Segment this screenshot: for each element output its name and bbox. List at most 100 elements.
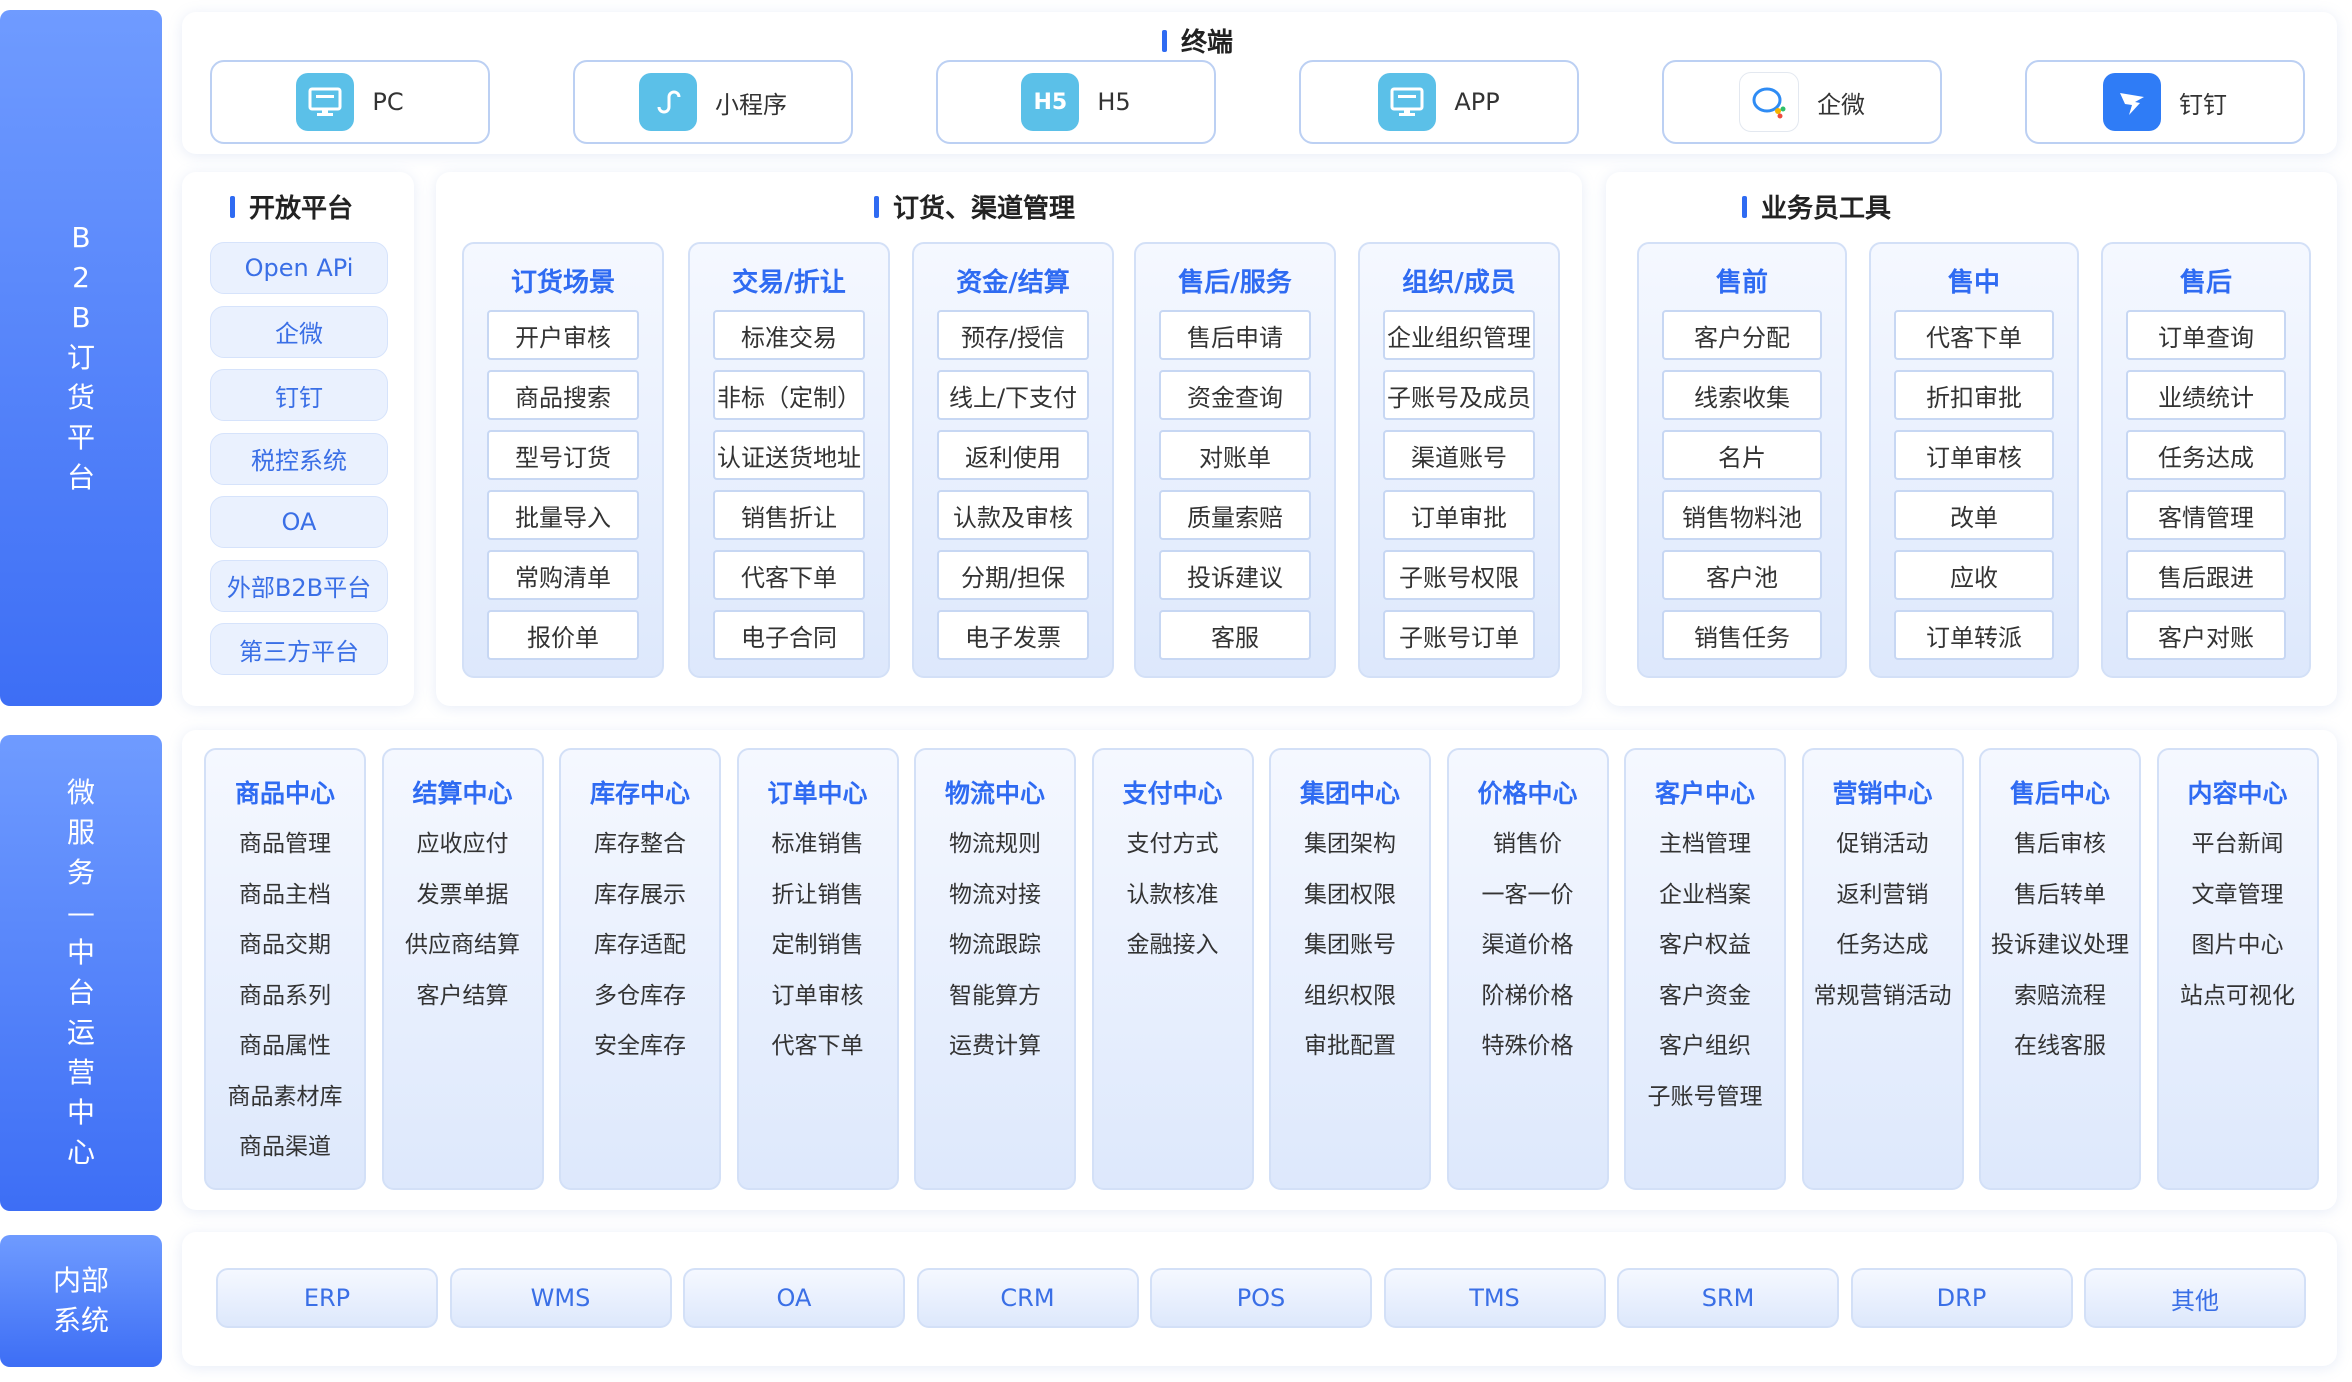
- card-item[interactable]: 质量索赔: [1159, 490, 1311, 540]
- internal-system-item[interactable]: CRM: [916, 1268, 1139, 1328]
- internal-system-item[interactable]: POS: [1150, 1268, 1372, 1328]
- card-item[interactable]: 客户池: [1662, 550, 1822, 600]
- internal-system-item[interactable]: OA: [683, 1268, 905, 1328]
- card-item[interactable]: 业绩统计: [2126, 370, 2286, 420]
- micro-service-item[interactable]: 标准销售: [739, 824, 897, 858]
- internal-system-item[interactable]: SRM: [1617, 1268, 1839, 1328]
- card-item[interactable]: 销售物料池: [1662, 490, 1822, 540]
- card-item[interactable]: 认款及审核: [937, 490, 1089, 540]
- micro-service-item[interactable]: 应收应付: [384, 824, 542, 858]
- internal-system-item[interactable]: 其他: [2084, 1268, 2306, 1328]
- micro-service-item[interactable]: 发票单据: [384, 875, 542, 909]
- card-item[interactable]: 客情管理: [2126, 490, 2286, 540]
- card-item[interactable]: 客户对账: [2126, 610, 2286, 660]
- card-item[interactable]: 资金查询: [1159, 370, 1311, 420]
- micro-service-item[interactable]: 支付方式: [1094, 824, 1252, 858]
- card-item[interactable]: 应收: [1894, 550, 2054, 600]
- micro-service-item[interactable]: 一客一价: [1449, 875, 1607, 909]
- micro-service-item[interactable]: 物流规则: [916, 824, 1074, 858]
- card-item[interactable]: 订单查询: [2126, 310, 2286, 360]
- internal-system-item[interactable]: WMS: [449, 1268, 672, 1328]
- card-item[interactable]: 子账号订单: [1383, 610, 1535, 660]
- micro-service-item[interactable]: 折让销售: [739, 875, 897, 909]
- terminal-0[interactable]: PC: [210, 60, 490, 144]
- card-item[interactable]: 线索收集: [1662, 370, 1822, 420]
- micro-service-item[interactable]: 认款核准: [1094, 875, 1252, 909]
- terminal-5[interactable]: 钉钉: [2025, 60, 2305, 144]
- micro-service-item[interactable]: 商品属性: [206, 1026, 364, 1060]
- card-item[interactable]: 改单: [1894, 490, 2054, 540]
- card-item[interactable]: 报价单: [487, 610, 639, 660]
- card-item[interactable]: 分期/担保: [937, 550, 1089, 600]
- micro-service-item[interactable]: 供应商结算: [384, 925, 542, 959]
- card-item[interactable]: 线上/下支付: [937, 370, 1089, 420]
- micro-service-item[interactable]: 渠道价格: [1449, 925, 1607, 959]
- card-item[interactable]: 渠道账号: [1383, 430, 1535, 480]
- card-item[interactable]: 预存/授信: [937, 310, 1089, 360]
- card-item[interactable]: 非标（定制）: [713, 370, 865, 420]
- card-item[interactable]: 订单转派: [1894, 610, 2054, 660]
- micro-service-item[interactable]: 物流对接: [916, 875, 1074, 909]
- terminal-2[interactable]: H5 H5: [936, 60, 1216, 144]
- card-item[interactable]: 售后申请: [1159, 310, 1311, 360]
- open-platform-item[interactable]: 钉钉: [210, 369, 388, 421]
- card-item[interactable]: 企业组织管理: [1383, 310, 1535, 360]
- card-item[interactable]: 子账号及成员: [1383, 370, 1535, 420]
- open-platform-item[interactable]: OA: [210, 496, 388, 548]
- micro-service-item[interactable]: 客户结算: [384, 976, 542, 1010]
- micro-service-item[interactable]: 售后审核: [1981, 824, 2139, 858]
- card-item[interactable]: 标准交易: [713, 310, 865, 360]
- card-item[interactable]: 客户分配: [1662, 310, 1822, 360]
- internal-system-item[interactable]: DRP: [1850, 1268, 2073, 1328]
- card-item[interactable]: 批量导入: [487, 490, 639, 540]
- card-item[interactable]: 销售折让: [713, 490, 865, 540]
- card-item[interactable]: 订单审核: [1894, 430, 2054, 480]
- internal-system-item[interactable]: ERP: [216, 1268, 438, 1328]
- micro-service-item[interactable]: 商品系列: [206, 976, 364, 1010]
- micro-service-item[interactable]: 在线客服: [1981, 1026, 2139, 1060]
- micro-service-item[interactable]: 售后转单: [1981, 875, 2139, 909]
- micro-service-item[interactable]: 商品主档: [206, 875, 364, 909]
- micro-service-item[interactable]: 物流跟踪: [916, 925, 1074, 959]
- micro-service-item[interactable]: 常规营销活动: [1804, 976, 1962, 1010]
- terminal-3[interactable]: APP: [1299, 60, 1579, 144]
- open-platform-item[interactable]: 外部B2B平台: [210, 559, 388, 612]
- open-platform-item[interactable]: 税控系统: [210, 432, 388, 485]
- micro-service-item[interactable]: 运费计算: [916, 1026, 1074, 1060]
- open-platform-item[interactable]: 企微: [210, 305, 388, 358]
- card-item[interactable]: 折扣审批: [1894, 370, 2054, 420]
- card-item[interactable]: 开户审核: [487, 310, 639, 360]
- card-item[interactable]: 返利使用: [937, 430, 1089, 480]
- micro-service-item[interactable]: 商品渠道: [206, 1127, 364, 1161]
- micro-service-item[interactable]: 企业档案: [1626, 875, 1784, 909]
- micro-service-item[interactable]: 客户权益: [1626, 925, 1784, 959]
- micro-service-item[interactable]: 客户组织: [1626, 1026, 1784, 1060]
- open-platform-item[interactable]: 第三方平台: [210, 623, 388, 675]
- card-item[interactable]: 投诉建议: [1159, 550, 1311, 600]
- micro-service-item[interactable]: 商品管理: [206, 824, 364, 858]
- internal-system-item[interactable]: TMS: [1383, 1268, 1606, 1328]
- micro-service-item[interactable]: 图片中心: [2159, 925, 2317, 959]
- micro-service-item[interactable]: 任务达成: [1804, 925, 1962, 959]
- micro-service-item[interactable]: 商品交期: [206, 925, 364, 959]
- micro-service-item[interactable]: 索赔流程: [1981, 976, 2139, 1010]
- micro-service-item[interactable]: 安全库存: [561, 1026, 719, 1060]
- micro-service-item[interactable]: 订单审核: [739, 976, 897, 1010]
- micro-service-item[interactable]: 阶梯价格: [1449, 976, 1607, 1010]
- micro-service-item[interactable]: 多仓库存: [561, 976, 719, 1010]
- micro-service-item[interactable]: 站点可视化: [2159, 976, 2317, 1010]
- micro-service-item[interactable]: 文章管理: [2159, 875, 2317, 909]
- card-item[interactable]: 销售任务: [1662, 610, 1822, 660]
- micro-service-item[interactable]: 组织权限: [1271, 976, 1429, 1010]
- card-item[interactable]: 售后跟进: [2126, 550, 2286, 600]
- micro-service-item[interactable]: 代客下单: [739, 1026, 897, 1060]
- micro-service-item[interactable]: 特殊价格: [1449, 1026, 1607, 1060]
- card-item[interactable]: 代客下单: [713, 550, 865, 600]
- card-item[interactable]: 订单审批: [1383, 490, 1535, 540]
- micro-service-item[interactable]: 库存整合: [561, 824, 719, 858]
- card-item[interactable]: 常购清单: [487, 550, 639, 600]
- micro-service-item[interactable]: 子账号管理: [1626, 1077, 1784, 1111]
- card-item[interactable]: 任务达成: [2126, 430, 2286, 480]
- micro-service-item[interactable]: 库存展示: [561, 875, 719, 909]
- card-item[interactable]: 型号订货: [487, 430, 639, 480]
